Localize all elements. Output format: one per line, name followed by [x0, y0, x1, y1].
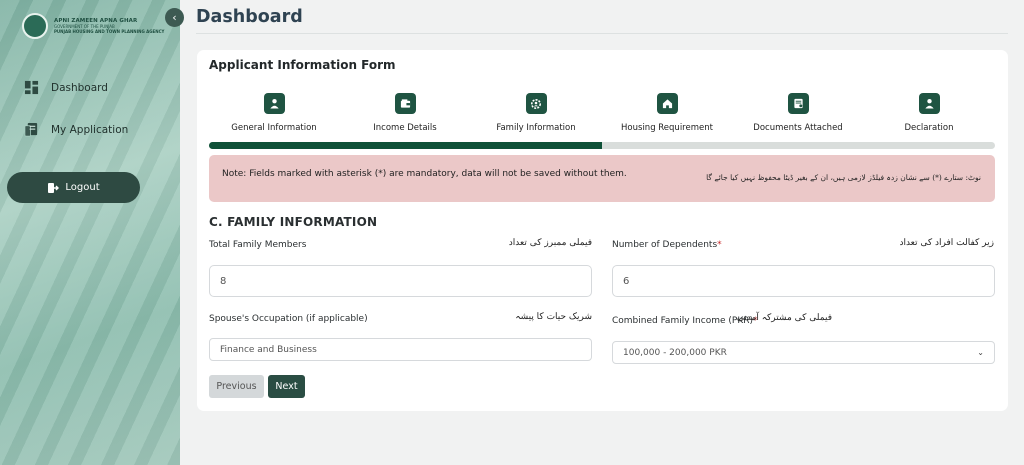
next-button[interactable]: Next	[268, 375, 305, 398]
step-label: Declaration	[904, 123, 954, 133]
total-members-label-urdu: فیملی ممبرز کی تعداد	[508, 238, 592, 248]
dashboard-icon	[24, 80, 39, 95]
wallet-icon	[394, 93, 416, 114]
dependents-label-urdu: زیر کفالت افراد کی تعداد	[899, 238, 994, 248]
dependents-label: Number of Dependents*	[612, 240, 722, 250]
logout-button[interactable]: Logout	[7, 172, 140, 203]
section-title: C. FAMILY INFORMATION	[209, 215, 378, 229]
logout-label: Logout	[65, 182, 100, 193]
dependents-input[interactable]: 6	[612, 265, 995, 297]
required-asterisk: *	[717, 240, 722, 250]
spouse-occupation-label-urdu: شریک حیات کا پیشہ	[515, 312, 592, 322]
dependents-value: 6	[623, 275, 630, 287]
step-label: General Information	[231, 123, 317, 133]
form-card: Applicant Information Form General Infor…	[197, 50, 1008, 411]
previous-button[interactable]: Previous	[209, 375, 264, 398]
sidebar: APNI ZAMEEN APNA GHAR GOVERNMENT OF THE …	[0, 0, 180, 465]
person-icon	[263, 93, 285, 114]
mandatory-note: Note: Fields marked with asterisk (*) ar…	[209, 155, 995, 202]
form-title: Applicant Information Form	[209, 58, 396, 72]
family-gear-icon	[525, 93, 547, 114]
step-declaration[interactable]: Declaration	[864, 93, 994, 133]
note-urdu: نوٹ: ستارے (*) سے نشان زدہ فیلڈز لازمی ہ…	[706, 173, 981, 182]
brand-agency: PUNJAB HOUSING AND TOWN PLANNING AGENCY	[54, 29, 165, 34]
brand-logo-block: APNI ZAMEEN APNA GHAR GOVERNMENT OF THE …	[22, 13, 164, 39]
spouse-occupation-label: Spouse's Occupation (if applicable)	[209, 314, 368, 324]
spouse-occupation-select[interactable]: Finance and Business	[209, 338, 592, 361]
sidebar-item-label: My Application	[51, 123, 129, 136]
house-icon	[656, 93, 678, 114]
step-label: Family Information	[496, 123, 576, 133]
page-title: Dashboard	[196, 7, 303, 27]
sidebar-item-my-application[interactable]: My Application	[24, 122, 128, 137]
step-label: Housing Requirement	[621, 123, 713, 133]
step-label: Income Details	[373, 123, 437, 133]
progress-bar	[209, 142, 995, 149]
dependents-label-text: Number of Dependents	[612, 240, 718, 250]
chevron-down-icon: ⌄	[977, 348, 984, 357]
total-members-value: 8	[220, 275, 227, 287]
note-english: Note: Fields marked with asterisk (*) ar…	[222, 169, 627, 179]
combined-income-select[interactable]: 100,000 - 200,000 PKR ⌄	[612, 341, 995, 364]
sidebar-item-dashboard[interactable]: Dashboard	[24, 80, 108, 95]
logout-icon	[48, 182, 60, 193]
total-members-input[interactable]: 8	[209, 265, 592, 297]
document-icon	[787, 93, 809, 114]
combined-income-value: 100,000 - 200,000 PKR	[623, 347, 727, 358]
progress-fill	[209, 142, 602, 149]
collapse-sidebar-button[interactable]: ‹	[165, 8, 184, 27]
combined-income-label-text: Combined Family Income (PKR)	[612, 316, 753, 326]
chevron-left-icon: ‹	[172, 11, 177, 24]
total-members-label: Total Family Members	[209, 240, 307, 250]
person-icon	[918, 93, 940, 114]
step-documents-attached[interactable]: Documents Attached	[733, 93, 863, 133]
step-family-information[interactable]: Family Information	[471, 93, 601, 133]
sidebar-item-label: Dashboard	[51, 81, 108, 94]
combined-income-label: Combined Family Income (PKR)*	[612, 316, 758, 326]
step-label: Documents Attached	[753, 123, 843, 133]
application-icon	[24, 122, 38, 137]
step-housing-requirement[interactable]: Housing Requirement	[602, 93, 732, 133]
spouse-occupation-value: Finance and Business	[220, 344, 317, 355]
title-divider	[196, 33, 1008, 34]
stepper: General Information Income Details Famil…	[209, 93, 995, 137]
combined-income-label-urdu: فیملی کی مشترکہ آمدنی	[736, 313, 832, 323]
step-income-details[interactable]: Income Details	[340, 93, 470, 133]
brand-logo	[22, 13, 48, 39]
step-general-information[interactable]: General Information	[209, 93, 339, 133]
